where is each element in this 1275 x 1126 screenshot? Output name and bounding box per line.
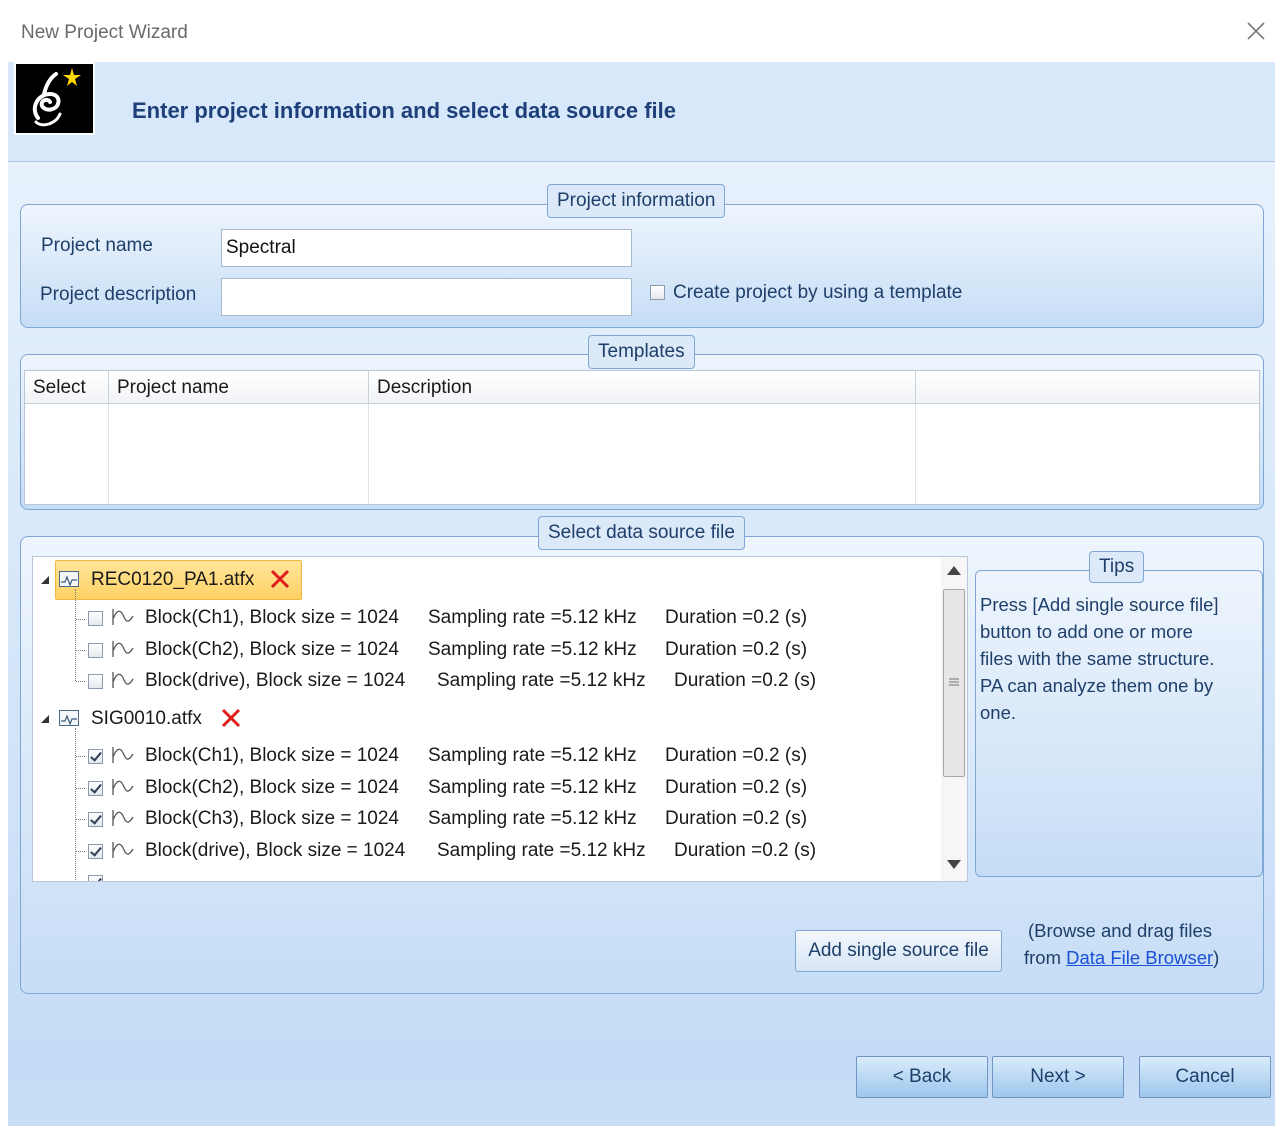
wizard-content: Project information Project name Spectra…	[8, 162, 1275, 1126]
block-rate: Sampling rate =5.12 kHz	[428, 607, 637, 628]
block-checkbox[interactable]	[88, 875, 103, 881]
block-rate: Sampling rate =5.12 kHz	[428, 808, 637, 829]
block-duration: Duration =0.2 (s)	[665, 808, 808, 829]
block-duration: Duration =0.2 (s)	[674, 840, 817, 861]
signal-file-icon	[59, 710, 79, 726]
column-header-project-name[interactable]: Project name	[109, 371, 369, 404]
table-column	[25, 404, 109, 504]
close-icon[interactable]	[1243, 18, 1269, 44]
column-header-select[interactable]: Select	[25, 371, 109, 404]
block-duration: Duration =0.2 (s)	[665, 607, 808, 628]
tips-line: button to add one or more	[980, 621, 1193, 642]
project-description-input[interactable]	[221, 278, 632, 316]
block-label: Block(Ch2), Block size = 1024	[145, 777, 399, 798]
waveform-icon	[112, 779, 134, 795]
tips-line: files with the same structure.	[980, 648, 1215, 669]
tree-connector	[75, 589, 76, 681]
waveform-icon	[112, 842, 134, 858]
cancel-button[interactable]: Cancel	[1139, 1056, 1271, 1098]
remove-x-icon[interactable]	[269, 568, 291, 590]
block-label: Block(Ch3), Block size = 1024	[145, 808, 399, 829]
page-heading: Enter project information and select dat…	[132, 98, 677, 123]
waveform-icon	[112, 747, 134, 763]
template-checkbox-label: Create project by using a template	[673, 282, 963, 303]
browse-hint-line2: from Data File Browser)	[1024, 947, 1219, 969]
expanded-triangle-icon[interactable]	[41, 714, 51, 724]
block-label: Block(Ch2), Block size = 1024	[145, 639, 399, 660]
block-checkbox[interactable]	[88, 812, 103, 827]
title-bar: New Project Wizard	[0, 0, 1275, 64]
block-checkbox[interactable]	[88, 749, 103, 764]
file-name[interactable]: REC0120_PA1.atfx	[91, 565, 254, 595]
block-checkbox[interactable]	[88, 781, 103, 796]
add-source-file-button[interactable]: Add single source file	[795, 930, 1002, 972]
tree-connector	[76, 650, 85, 651]
tree-connector	[76, 819, 85, 820]
templates-table: Select Project name Description	[24, 370, 1260, 505]
block-label: Block(Ch1), Block size = 1024	[145, 745, 399, 766]
tree-connector	[75, 728, 76, 881]
project-name-label: Project name	[41, 235, 153, 256]
waveform-icon	[112, 810, 134, 826]
next-button[interactable]: Next >	[992, 1056, 1124, 1098]
wizard-logo-icon	[14, 62, 95, 135]
browse-hint-suffix: )	[1213, 947, 1220, 968]
block-duration: Duration =0.2 (s)	[665, 777, 808, 798]
data-file-browser-link[interactable]: Data File Browser	[1066, 947, 1213, 968]
expanded-triangle-icon[interactable]	[41, 575, 51, 585]
tips-legend: Tips	[1089, 551, 1145, 583]
templates-legend: Templates	[588, 335, 695, 369]
project-description-label: Project description	[40, 284, 197, 305]
waveform-icon	[112, 641, 134, 657]
block-rate: Sampling rate =5.12 kHz	[428, 745, 637, 766]
tips-text: Press [Add single source file] button to…	[980, 591, 1219, 726]
project-name-input[interactable]: Spectral	[221, 229, 632, 267]
tips-line: one.	[980, 702, 1017, 723]
remove-x-icon[interactable]	[220, 707, 242, 729]
column-header-blank	[916, 371, 1259, 404]
table-column	[109, 404, 369, 504]
tree-scrollbar[interactable]	[941, 557, 967, 881]
template-checkbox[interactable]	[650, 285, 665, 300]
block-checkbox[interactable]	[88, 674, 103, 689]
scroll-down-arrow-icon[interactable]	[947, 860, 961, 869]
tree-connector	[76, 756, 85, 757]
block-rate: Sampling rate =5.12 kHz	[437, 670, 646, 691]
tips-line: PA can analyze them one by	[980, 675, 1214, 696]
block-duration: Duration =0.2 (s)	[665, 639, 808, 660]
block-checkbox[interactable]	[88, 844, 103, 859]
file-name[interactable]: SIG0010.atfx	[91, 704, 202, 734]
scroll-up-arrow-icon[interactable]	[947, 566, 961, 575]
block-checkbox[interactable]	[88, 643, 103, 658]
tree-connector	[76, 619, 85, 620]
block-duration: Duration =0.2 (s)	[665, 745, 808, 766]
window-title: New Project Wizard	[21, 22, 188, 43]
block-rate: Sampling rate =5.12 kHz	[428, 777, 637, 798]
block-label: Block(Ch1), Block size = 1024	[145, 607, 399, 628]
back-button[interactable]: < Back	[856, 1056, 988, 1098]
block-duration: Duration =0.2 (s)	[674, 670, 817, 691]
tips-line: Press [Add single source file]	[980, 594, 1219, 615]
block-checkbox[interactable]	[88, 611, 103, 626]
block-rate: Sampling rate =5.12 kHz	[428, 639, 637, 660]
column-header-description[interactable]: Description	[369, 371, 916, 404]
waveform-icon	[112, 609, 134, 625]
waveform-icon	[112, 672, 134, 688]
tree-connector	[76, 681, 85, 682]
data-source-tree: REC0120_PA1.atfx Block(Ch1), Block size …	[32, 556, 968, 882]
tree-connector	[76, 851, 85, 852]
scrollbar-thumb[interactable]	[943, 589, 965, 777]
block-label: Block(drive), Block size = 1024	[145, 670, 406, 691]
data-source-legend: Select data source file	[538, 516, 745, 550]
block-label: Block(drive), Block size = 1024	[145, 840, 406, 861]
block-rate: Sampling rate =5.12 kHz	[437, 840, 646, 861]
browse-hint-from: from	[1024, 947, 1067, 968]
project-info-group	[20, 204, 1264, 328]
table-column	[369, 404, 916, 504]
browse-hint-line1: (Browse and drag files	[1028, 920, 1213, 941]
wizard-header: Enter project information and select dat…	[8, 62, 1275, 162]
tree-connector	[76, 788, 85, 789]
project-info-legend: Project information	[547, 184, 726, 218]
signal-file-icon	[59, 571, 79, 587]
